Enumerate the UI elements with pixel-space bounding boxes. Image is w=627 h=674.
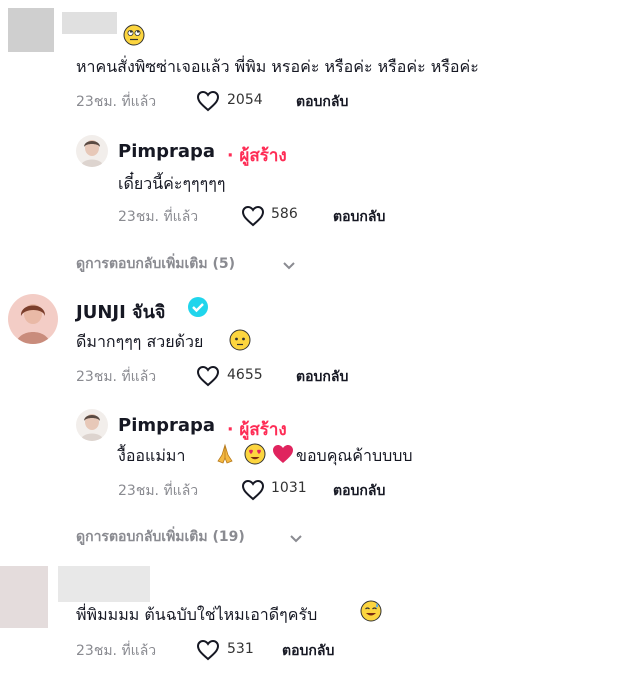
creator-badge: · ผู้สร้าง xyxy=(227,420,287,440)
creator-avatar[interactable] xyxy=(76,135,108,167)
like-heart-icon[interactable] xyxy=(241,205,265,227)
reply-text: งื้ออแม่มา xyxy=(118,446,186,465)
reply-text: เดี๋ยวนี้ค่ะๆๆๆๆๆ xyxy=(118,174,226,193)
reply-button[interactable]: ตอบกลับ xyxy=(333,480,385,502)
like-count: 2054 xyxy=(227,92,263,108)
verified-badge-icon xyxy=(187,296,209,322)
comment-time: 23ชม. ที่แล้ว xyxy=(76,643,157,659)
blurred-avatar[interactable] xyxy=(0,566,48,628)
reply-button[interactable]: ตอบกลับ xyxy=(296,366,348,388)
neutral-face-emoji-icon xyxy=(229,329,251,355)
reply-text-continued: ขอบคุณค้าบบบบ xyxy=(296,446,413,465)
like-count: 586 xyxy=(271,206,298,222)
reply-time: 23ชม. ที่แล้ว xyxy=(118,209,199,225)
like-heart-icon[interactable] xyxy=(196,365,220,387)
blurred-username[interactable] xyxy=(58,566,150,602)
chevron-down-icon[interactable] xyxy=(289,529,303,548)
reply-button[interactable]: ตอบกลับ xyxy=(296,91,348,113)
user-avatar[interactable] xyxy=(8,294,58,344)
like-heart-icon[interactable] xyxy=(196,90,220,112)
reply-button[interactable]: ตอบกลับ xyxy=(282,640,334,662)
folded-hands-emoji-icon xyxy=(214,443,236,469)
comment-text: ดีมากๆๆๆ สวยด้วย xyxy=(76,332,204,351)
comment-time: 23ชม. ที่แล้ว xyxy=(76,94,157,110)
reply-author-name[interactable]: Pimprapa xyxy=(118,141,215,162)
like-heart-icon[interactable] xyxy=(241,479,265,501)
reply-button[interactable]: ตอบกลับ xyxy=(333,206,385,228)
rolling-eyes-emoji-icon xyxy=(123,24,145,50)
heart-eyes-emoji-icon xyxy=(244,443,266,469)
view-more-replies[interactable]: ดูการตอบกลับเพิ่มเติม (5) xyxy=(76,253,235,275)
creator-badge: · ผู้สร้าง xyxy=(227,146,287,166)
chevron-down-icon[interactable] xyxy=(282,256,296,275)
comment-author-name[interactable]: JUNJI จันจิ xyxy=(76,297,165,326)
like-count: 1031 xyxy=(271,480,307,496)
blurred-avatar[interactable] xyxy=(8,8,54,52)
reply-time: 23ชม. ที่แล้ว xyxy=(118,483,199,499)
comment-time: 23ชม. ที่แล้ว xyxy=(76,369,157,385)
comment-text: พี่พิมมมม ต้นฉบับใช่ไหมเอาดีๆครับ xyxy=(76,605,318,624)
reply-author-name[interactable]: Pimprapa xyxy=(118,415,215,436)
like-count: 4655 xyxy=(227,367,263,383)
view-more-replies[interactable]: ดูการตอบกลับเพิ่มเติม (19) xyxy=(76,526,245,548)
comment-text: หาคนสั่งพิซซ่าเจอแล้ว พี่พิม หรอค่ะ หรือ… xyxy=(76,57,479,76)
sweat-smile-emoji-icon xyxy=(360,600,382,626)
creator-avatar[interactable] xyxy=(76,409,108,441)
like-count: 531 xyxy=(227,641,254,657)
blurred-username[interactable] xyxy=(62,12,117,34)
red-heart-emoji-icon xyxy=(271,443,295,469)
like-heart-icon[interactable] xyxy=(196,639,220,661)
